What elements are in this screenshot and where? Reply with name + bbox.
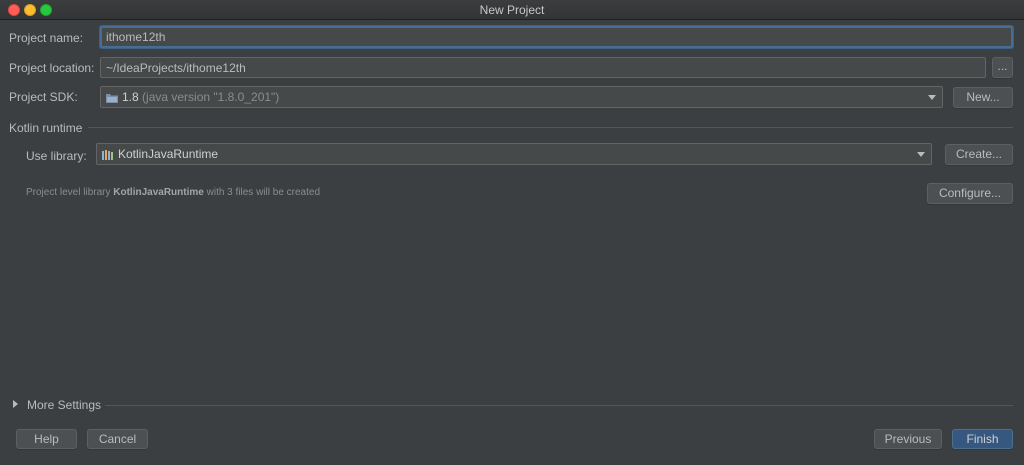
hint-library: KotlinJavaRuntime xyxy=(113,187,204,198)
cancel-button[interactable]: Cancel xyxy=(87,429,148,449)
library-select[interactable]: KotlinJavaRuntime xyxy=(96,143,932,165)
library-hint: Project level library KotlinJavaRuntime … xyxy=(26,187,320,198)
kotlin-runtime-section-title: Kotlin runtime xyxy=(9,121,83,135)
project-location-input[interactable]: ~/IdeaProjects/ithome12th xyxy=(100,57,986,78)
triangle-right-icon[interactable] xyxy=(13,400,18,408)
sdk-version: 1.8 xyxy=(122,90,139,104)
project-location-label: Project location: xyxy=(9,61,95,75)
title-bar: New Project xyxy=(0,0,1024,20)
library-value: KotlinJavaRuntime xyxy=(118,147,219,161)
previous-button[interactable]: Previous xyxy=(874,429,942,449)
project-name-label: Project name: xyxy=(9,31,84,45)
more-settings-toggle[interactable]: More Settings xyxy=(27,398,101,412)
use-library-label: Use library: xyxy=(26,149,87,163)
project-name-input[interactable]: ithome12th xyxy=(100,26,1013,48)
help-button[interactable]: Help xyxy=(16,429,77,449)
library-icon xyxy=(102,149,113,160)
sdk-detail: (java version "1.8.0_201") xyxy=(142,90,280,104)
chevron-down-icon xyxy=(917,152,925,157)
new-sdk-button[interactable]: New... xyxy=(953,87,1013,108)
configure-button[interactable]: Configure... xyxy=(927,183,1013,204)
hint-prefix: Project level library xyxy=(26,187,111,198)
section-separator xyxy=(88,127,1013,128)
hint-suffix: with 3 files will be created xyxy=(206,187,321,198)
project-sdk-label: Project SDK: xyxy=(9,90,78,104)
folder-sdk-icon xyxy=(106,93,118,103)
more-settings-separator xyxy=(105,405,1013,406)
project-sdk-select[interactable]: 1.8 (java version "1.8.0_201") xyxy=(100,86,943,108)
browse-location-button[interactable]: ... xyxy=(992,57,1013,78)
new-project-dialog: Project name: ithome12th Project locatio… xyxy=(0,21,1024,465)
create-library-button[interactable]: Create... xyxy=(945,144,1013,165)
finish-button[interactable]: Finish xyxy=(952,429,1013,449)
chevron-down-icon xyxy=(928,95,936,100)
window-title: New Project xyxy=(479,3,545,17)
